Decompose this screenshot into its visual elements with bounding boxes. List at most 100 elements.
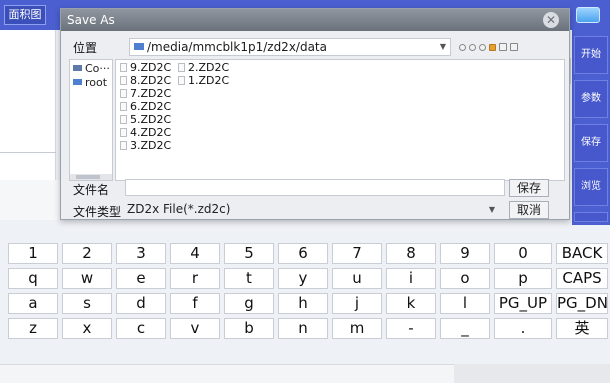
folder-icon xyxy=(73,79,82,85)
key[interactable]: 9 xyxy=(440,243,490,264)
on-screen-keyboard: 1 2 3 4 5 6 7 8 9 0 BACK q w e r t y u i… xyxy=(0,241,610,345)
key[interactable]: w xyxy=(62,268,112,289)
location-label: 位置 xyxy=(73,41,98,55)
params-button[interactable]: 参数 xyxy=(574,80,608,118)
up-icon[interactable] xyxy=(479,43,486,51)
cancel-button[interactable]: 取消 xyxy=(509,201,549,219)
key[interactable]: k xyxy=(386,293,436,314)
key[interactable]: . xyxy=(494,318,552,339)
dialog-title: Save As xyxy=(61,9,569,31)
tab-area-chart[interactable]: 面积图 xyxy=(4,5,46,25)
key[interactable]: c xyxy=(116,318,166,339)
key[interactable]: y xyxy=(278,268,328,289)
filetype-value: ZD2x File(*.zd2c) xyxy=(127,202,231,216)
rail-extra-button[interactable] xyxy=(574,212,608,222)
file-icon xyxy=(120,128,127,137)
language-key[interactable]: 英 xyxy=(556,318,608,339)
caps-key[interactable]: CAPS xyxy=(556,268,608,289)
key[interactable]: d xyxy=(116,293,166,314)
key[interactable]: b xyxy=(224,318,274,339)
file-icon xyxy=(120,89,127,98)
key[interactable]: _ xyxy=(440,318,490,339)
key[interactable]: t xyxy=(224,268,274,289)
back-icon[interactable] xyxy=(459,43,466,51)
filename-label: 文件名 xyxy=(73,183,110,197)
location-toolbar xyxy=(459,41,518,53)
file-item[interactable]: 7.ZD2C xyxy=(120,87,171,100)
key[interactable]: l xyxy=(440,293,490,314)
key[interactable]: 3 xyxy=(116,243,166,264)
file-item[interactable]: 8.ZD2C xyxy=(120,74,171,87)
location-path: /media/mmcblk1p1/zd2x/data xyxy=(147,40,327,54)
key[interactable]: g xyxy=(224,293,274,314)
key[interactable]: j xyxy=(332,293,382,314)
key[interactable]: 4 xyxy=(170,243,220,264)
filetype-combo[interactable]: ZD2x File(*.zd2c) ▼ xyxy=(125,201,499,218)
detail-view-icon[interactable] xyxy=(510,43,518,51)
key[interactable]: n xyxy=(278,318,328,339)
key[interactable]: 6 xyxy=(278,243,328,264)
key[interactable]: s xyxy=(62,293,112,314)
file-item[interactable]: 2.ZD2C xyxy=(178,61,229,74)
key[interactable]: o xyxy=(440,268,490,289)
key[interactable]: 1 xyxy=(8,243,58,264)
filename-input[interactable] xyxy=(125,179,505,196)
sidebar-item-root[interactable]: root xyxy=(73,76,107,89)
backspace-key[interactable]: BACK xyxy=(556,243,608,264)
file-icon xyxy=(120,102,127,111)
background-panel xyxy=(0,30,56,180)
file-list: 9.ZD2C 8.ZD2C 7.ZD2C 6.ZD2C 5.ZD2C 4.ZD2… xyxy=(115,59,565,181)
folder-icon xyxy=(134,43,144,50)
key[interactable]: h xyxy=(278,293,328,314)
new-folder-icon[interactable] xyxy=(489,43,496,51)
key[interactable]: v xyxy=(170,318,220,339)
key[interactable]: e xyxy=(116,268,166,289)
file-icon xyxy=(120,115,127,124)
file-icon xyxy=(120,76,127,85)
sidebar-item-computer[interactable]: Co··· xyxy=(73,62,110,75)
key[interactable]: u xyxy=(332,268,382,289)
filetype-label: 文件类型 xyxy=(73,205,122,219)
key[interactable]: p xyxy=(494,268,552,289)
key[interactable]: z xyxy=(8,318,58,339)
key[interactable]: 0 xyxy=(494,243,552,264)
key[interactable]: a xyxy=(8,293,58,314)
forward-icon[interactable] xyxy=(469,43,476,51)
key[interactable]: x xyxy=(62,318,112,339)
file-item[interactable]: 6.ZD2C xyxy=(120,100,171,113)
bottom-panel xyxy=(454,364,610,383)
file-item[interactable]: 3.ZD2C xyxy=(120,139,171,152)
file-item[interactable]: 5.ZD2C xyxy=(120,113,171,126)
file-icon xyxy=(120,63,127,72)
key[interactable]: 7 xyxy=(332,243,382,264)
file-item[interactable]: 4.ZD2C xyxy=(120,126,171,139)
save-app-button[interactable]: 保存 xyxy=(574,124,608,162)
start-button[interactable]: 开始 xyxy=(574,36,608,74)
key[interactable]: m xyxy=(332,318,382,339)
key[interactable]: i xyxy=(386,268,436,289)
page-down-key[interactable]: PG_DN xyxy=(556,293,608,314)
file-item[interactable]: 9.ZD2C xyxy=(120,61,171,74)
file-icon xyxy=(178,63,185,72)
divider xyxy=(0,152,56,153)
list-view-icon[interactable] xyxy=(499,43,507,51)
browse-button[interactable]: 浏览 xyxy=(574,168,608,206)
key[interactable]: q xyxy=(8,268,58,289)
computer-icon xyxy=(73,65,82,71)
close-icon[interactable]: ✕ xyxy=(543,12,559,28)
sidebar-scrollbar[interactable] xyxy=(70,174,112,180)
save-button[interactable]: 保存 xyxy=(509,179,549,197)
key[interactable]: 2 xyxy=(62,243,112,264)
scroll-thumb[interactable] xyxy=(76,175,100,179)
key[interactable]: 5 xyxy=(224,243,274,264)
key[interactable]: r xyxy=(170,268,220,289)
page-up-key[interactable]: PG_UP xyxy=(494,293,552,314)
key[interactable]: 8 xyxy=(386,243,436,264)
chevron-down-icon: ▼ xyxy=(439,42,446,51)
file-item[interactable]: 1.ZD2C xyxy=(178,74,229,87)
file-icon xyxy=(120,141,127,150)
key[interactable]: - xyxy=(386,318,436,339)
save-as-dialog: Save As ✕ 位置 /media/mmcblk1p1/zd2x/data … xyxy=(60,8,570,220)
location-combo[interactable]: /media/mmcblk1p1/zd2x/data ▼ xyxy=(129,38,451,56)
key[interactable]: f xyxy=(170,293,220,314)
